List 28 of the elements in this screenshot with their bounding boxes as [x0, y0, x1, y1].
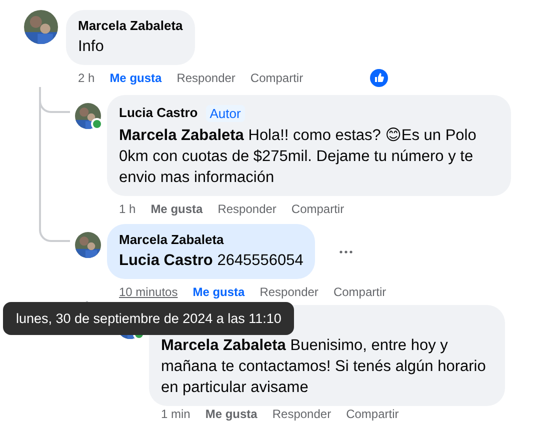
author-name[interactable]: Marcela Zabaleta — [119, 232, 224, 248]
thread-connector — [39, 218, 70, 242]
comment-action[interactable]: Compartir — [291, 202, 344, 216]
comment-time[interactable]: 1 min — [161, 407, 190, 421]
comment-text: Marcela Zabaleta Buenisimo, entre hoy y mañana te contactamos! Si tenés algún horario en particular avisame — [161, 336, 487, 398]
comment-time[interactable]: 2 h — [78, 71, 95, 85]
comment-action[interactable]: Me gusta — [150, 202, 203, 216]
comment-action[interactable]: Compartir — [250, 71, 304, 85]
thread-connector — [39, 87, 70, 113]
comment-time[interactable]: 1 h — [119, 202, 136, 216]
like-icon[interactable] — [370, 69, 388, 87]
comment-action[interactable]: Compartir — [333, 285, 386, 299]
comment-action[interactable]: Responder — [272, 407, 332, 421]
date-tooltip: lunes, 30 de septiembre de 2024 a las 11:10 — [3, 302, 294, 335]
author-badge: Autor — [206, 104, 245, 122]
author-name[interactable]: Marcela Zabaleta — [78, 18, 183, 34]
comment-action[interactable]: Responder — [260, 285, 318, 299]
comment-action[interactable]: Me gusta — [192, 285, 245, 299]
comment-text: Lucia Castro 2645556054 — [119, 251, 304, 271]
comment-action[interactable]: Me gusta — [205, 407, 258, 421]
comment-time[interactable]: 10 minutos — [119, 285, 178, 299]
comment-action[interactable]: Responder — [218, 202, 276, 216]
comment-text: Info — [78, 37, 105, 57]
author-name[interactable]: Lucia Castro — [119, 105, 198, 121]
comment-action[interactable]: Responder — [176, 71, 236, 85]
comment-text: Marcela Zabaleta Hola!! como estas? 😊Es un Polo 0km con cuotas de $275mil. Dejame tu número y te envio mas información — [119, 126, 478, 188]
comment-action[interactable]: Compartir — [346, 407, 399, 421]
comment-action[interactable]: Me gusta — [110, 71, 162, 85]
